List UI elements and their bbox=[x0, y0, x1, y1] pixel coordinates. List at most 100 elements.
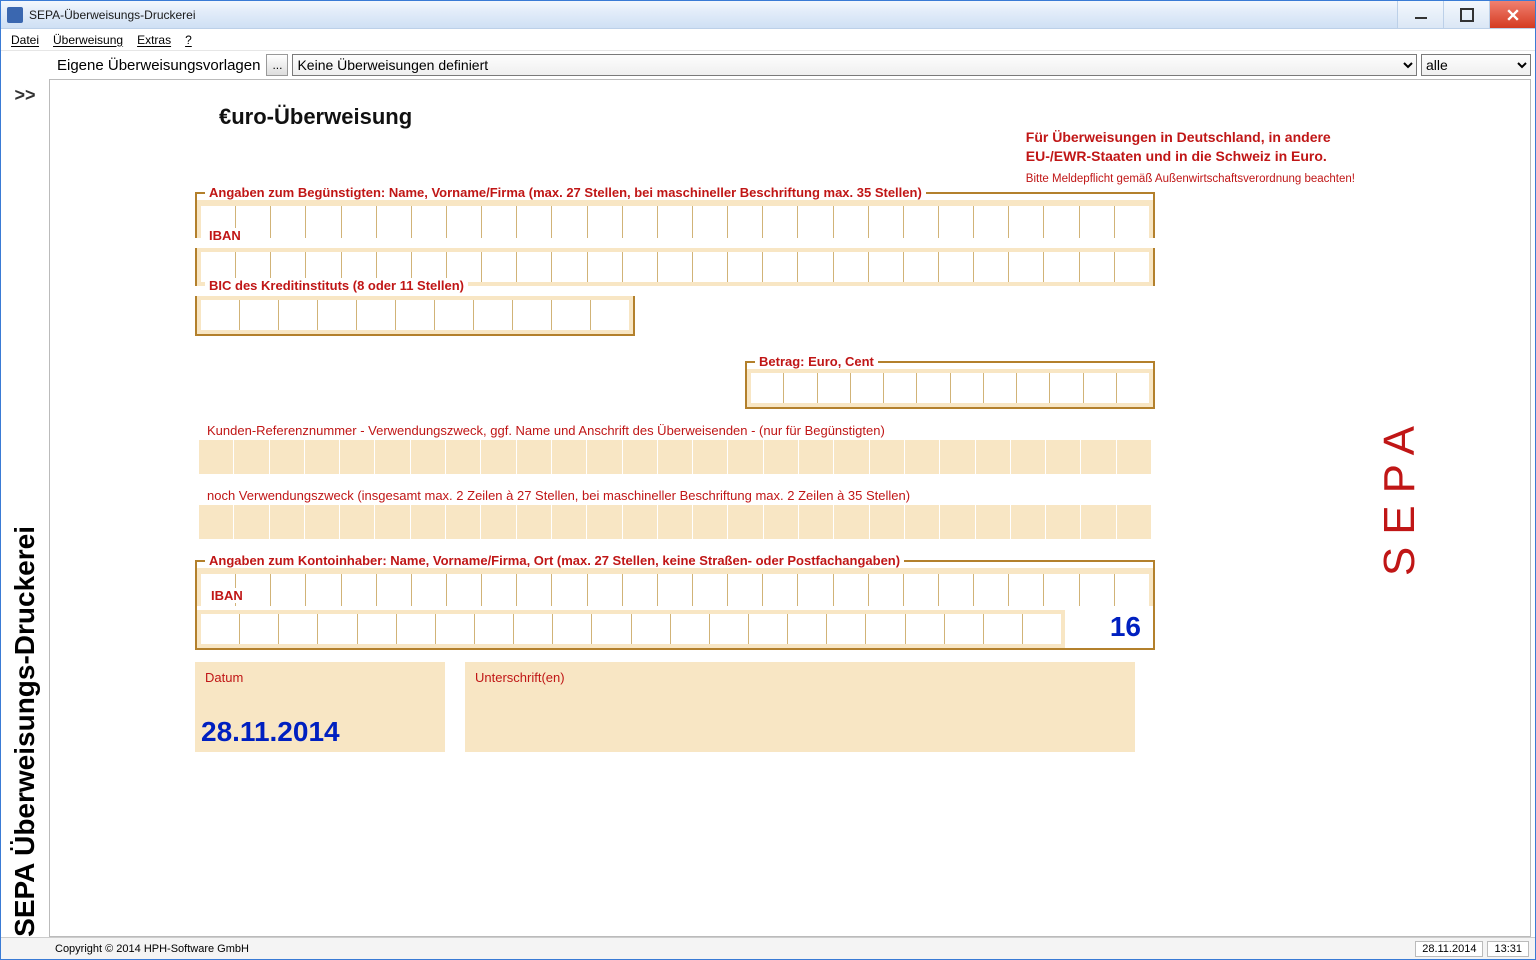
char-cell[interactable] bbox=[513, 300, 552, 330]
char-cell[interactable] bbox=[552, 300, 591, 330]
bic-cells[interactable] bbox=[197, 296, 633, 334]
char-cell[interactable] bbox=[1117, 440, 1151, 474]
char-cell[interactable] bbox=[552, 440, 587, 474]
char-cell[interactable] bbox=[552, 505, 587, 539]
date-box[interactable]: Datum 28.11.2014 bbox=[195, 662, 445, 752]
char-cell[interactable] bbox=[1009, 252, 1044, 282]
char-cell[interactable] bbox=[1044, 252, 1079, 282]
char-cell[interactable] bbox=[658, 440, 693, 474]
char-cell[interactable] bbox=[623, 252, 658, 282]
templates-more-button[interactable]: ... bbox=[266, 54, 288, 76]
char-cell[interactable] bbox=[658, 206, 693, 238]
char-cell[interactable] bbox=[517, 206, 552, 238]
char-cell[interactable] bbox=[940, 440, 975, 474]
char-cell[interactable] bbox=[201, 614, 240, 644]
char-cell[interactable] bbox=[482, 574, 517, 606]
char-cell[interactable] bbox=[869, 206, 904, 238]
maximize-button[interactable] bbox=[1443, 1, 1489, 28]
char-cell[interactable] bbox=[552, 574, 587, 606]
char-cell[interactable] bbox=[834, 252, 869, 282]
char-cell[interactable] bbox=[1046, 440, 1081, 474]
char-cell[interactable] bbox=[827, 614, 866, 644]
char-cell[interactable] bbox=[588, 206, 623, 238]
char-cell[interactable] bbox=[974, 574, 1009, 606]
char-cell[interactable] bbox=[340, 440, 375, 474]
char-cell[interactable] bbox=[375, 440, 410, 474]
char-cell[interactable] bbox=[306, 206, 341, 238]
close-button[interactable] bbox=[1489, 1, 1535, 28]
account-holder-cells[interactable] bbox=[197, 568, 1153, 606]
char-cell[interactable] bbox=[517, 574, 552, 606]
char-cell[interactable] bbox=[514, 614, 553, 644]
char-cell[interactable] bbox=[799, 505, 834, 539]
char-cell[interactable] bbox=[279, 300, 318, 330]
char-cell[interactable] bbox=[904, 206, 939, 238]
char-cell[interactable] bbox=[553, 614, 592, 644]
char-cell[interactable] bbox=[411, 505, 446, 539]
char-cell[interactable] bbox=[1117, 505, 1151, 539]
char-cell[interactable] bbox=[199, 440, 234, 474]
char-cell[interactable] bbox=[763, 252, 798, 282]
char-cell[interactable] bbox=[271, 574, 306, 606]
char-cell[interactable] bbox=[1117, 373, 1149, 403]
char-cell[interactable] bbox=[834, 574, 869, 606]
char-cell[interactable] bbox=[475, 614, 514, 644]
char-cell[interactable] bbox=[945, 614, 984, 644]
char-cell[interactable] bbox=[671, 614, 710, 644]
char-cell[interactable] bbox=[976, 505, 1011, 539]
reference-cells[interactable] bbox=[195, 440, 1155, 474]
char-cell[interactable] bbox=[552, 206, 587, 238]
char-cell[interactable] bbox=[240, 300, 279, 330]
char-cell[interactable] bbox=[1080, 252, 1115, 282]
char-cell[interactable] bbox=[728, 206, 763, 238]
char-cell[interactable] bbox=[482, 252, 517, 282]
char-cell[interactable] bbox=[1080, 206, 1115, 238]
char-cell[interactable] bbox=[412, 574, 447, 606]
char-cell[interactable] bbox=[377, 206, 412, 238]
char-cell[interactable] bbox=[270, 505, 305, 539]
char-cell[interactable] bbox=[984, 614, 1023, 644]
char-cell[interactable] bbox=[411, 440, 446, 474]
char-cell[interactable] bbox=[1115, 574, 1149, 606]
char-cell[interactable] bbox=[588, 574, 623, 606]
char-cell[interactable] bbox=[623, 505, 658, 539]
char-cell[interactable] bbox=[799, 440, 834, 474]
char-cell[interactable] bbox=[905, 505, 940, 539]
char-cell[interactable] bbox=[1044, 206, 1079, 238]
char-cell[interactable] bbox=[906, 614, 945, 644]
sidebar-toggle[interactable]: >> bbox=[1, 79, 49, 139]
char-cell[interactable] bbox=[306, 574, 341, 606]
menu-ueberweisung[interactable]: Überweisung bbox=[53, 33, 123, 47]
char-cell[interactable] bbox=[939, 206, 974, 238]
char-cell[interactable] bbox=[974, 252, 1009, 282]
char-cell[interactable] bbox=[693, 505, 728, 539]
char-cell[interactable] bbox=[866, 614, 905, 644]
char-cell[interactable] bbox=[340, 505, 375, 539]
char-cell[interactable] bbox=[764, 505, 799, 539]
char-cell[interactable] bbox=[1081, 505, 1116, 539]
minimize-button[interactable] bbox=[1397, 1, 1443, 28]
char-cell[interactable] bbox=[939, 574, 974, 606]
purpose-cells[interactable] bbox=[195, 505, 1155, 539]
char-cell[interactable] bbox=[587, 440, 622, 474]
char-cell[interactable] bbox=[693, 252, 728, 282]
char-cell[interactable] bbox=[318, 614, 357, 644]
char-cell[interactable] bbox=[357, 300, 396, 330]
filter-select[interactable]: alle bbox=[1421, 54, 1531, 76]
char-cell[interactable] bbox=[1009, 206, 1044, 238]
char-cell[interactable] bbox=[984, 373, 1017, 403]
char-cell[interactable] bbox=[1044, 574, 1079, 606]
char-cell[interactable] bbox=[318, 300, 357, 330]
char-cell[interactable] bbox=[375, 505, 410, 539]
char-cell[interactable] bbox=[1011, 440, 1046, 474]
char-cell[interactable] bbox=[884, 373, 917, 403]
char-cell[interactable] bbox=[798, 206, 833, 238]
char-cell[interactable] bbox=[658, 252, 693, 282]
char-cell[interactable] bbox=[517, 252, 552, 282]
char-cell[interactable] bbox=[435, 300, 474, 330]
char-cell[interactable] bbox=[784, 373, 817, 403]
char-cell[interactable] bbox=[412, 206, 447, 238]
char-cell[interactable] bbox=[446, 440, 481, 474]
char-cell[interactable] bbox=[1023, 614, 1061, 644]
char-cell[interactable] bbox=[728, 440, 763, 474]
